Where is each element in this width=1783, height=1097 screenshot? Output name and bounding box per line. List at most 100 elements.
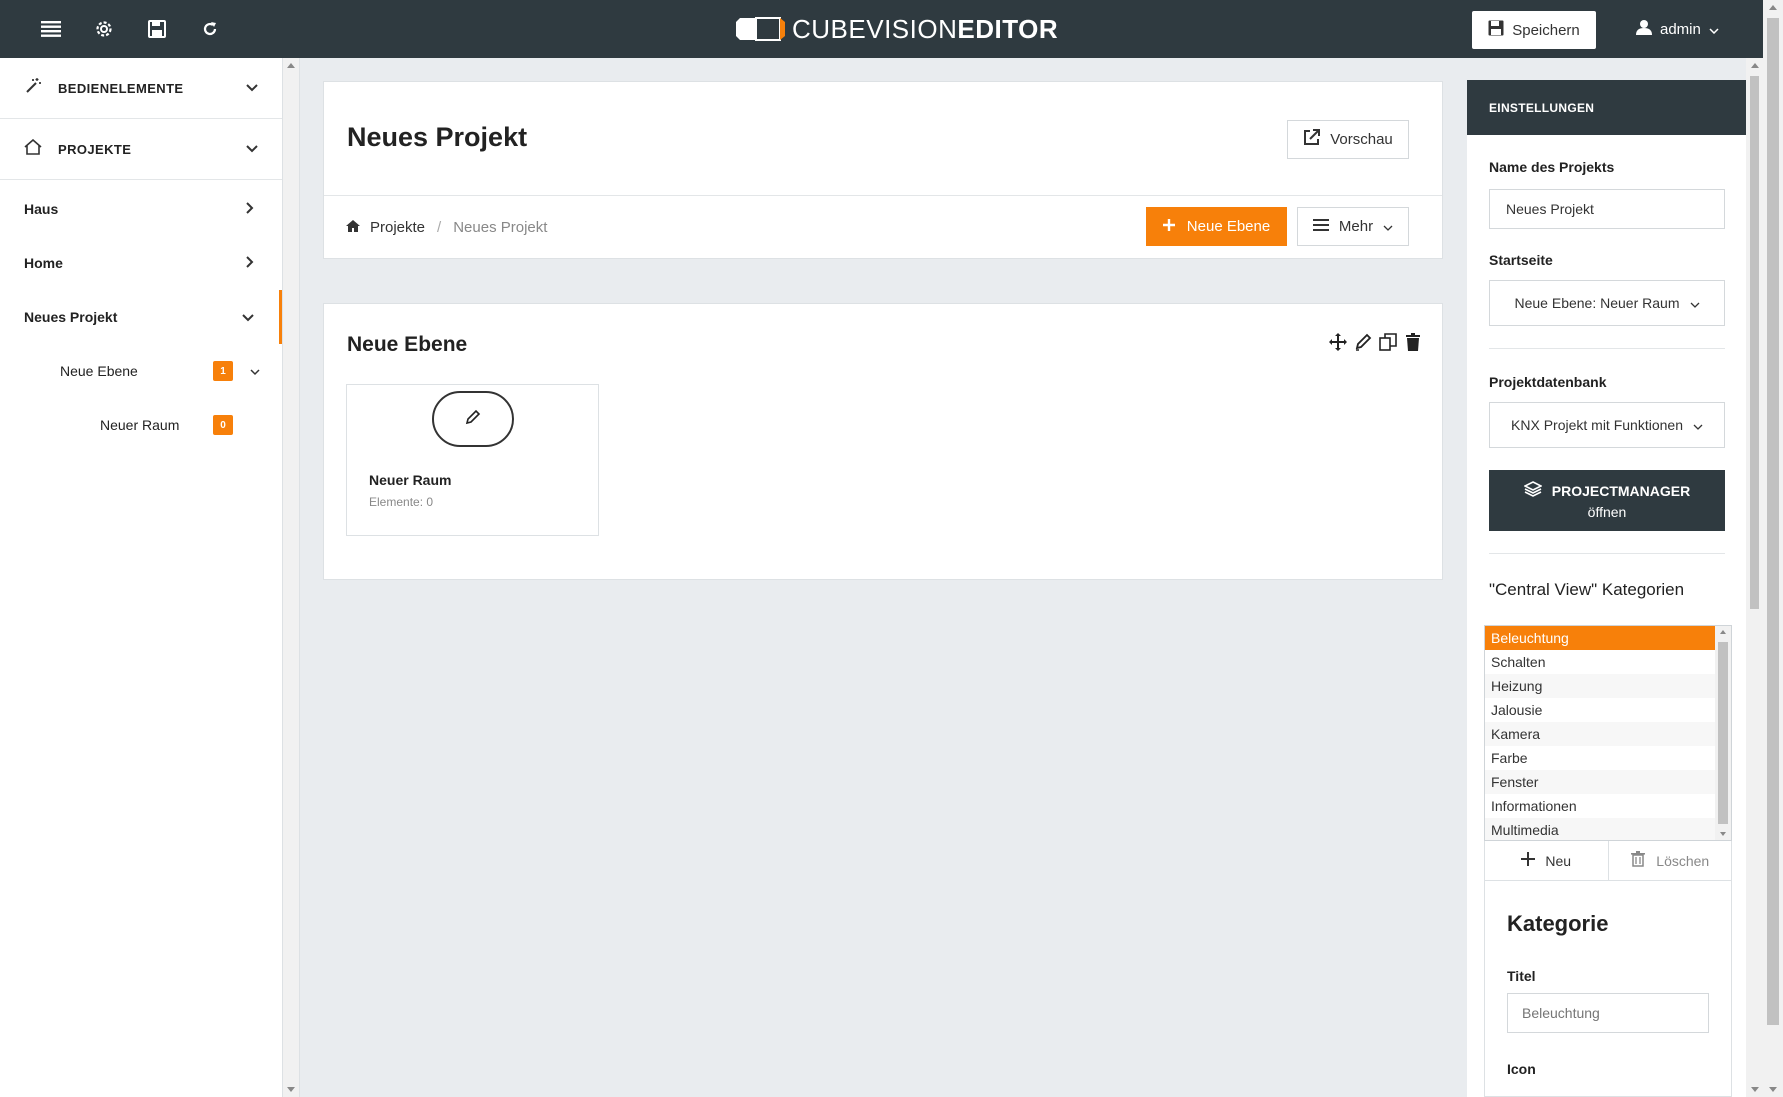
user-menu[interactable]: admin bbox=[1636, 18, 1719, 40]
magic-wand-icon bbox=[24, 77, 42, 100]
page-scrollbar[interactable] bbox=[1763, 0, 1783, 1097]
category-title-label: Titel bbox=[1507, 968, 1536, 984]
chevron-right-icon bbox=[246, 201, 254, 217]
chevron-down-icon bbox=[1690, 295, 1700, 311]
divider bbox=[1489, 348, 1725, 349]
start-page-value: Neue Ebene: Neuer Raum bbox=[1514, 295, 1680, 311]
sidebar-item-neuer-raum[interactable]: Neuer Raum 0 bbox=[0, 398, 282, 452]
level-card: Neue Ebene Neuer Raum Elemente: 0 bbox=[323, 303, 1443, 580]
save-button[interactable]: Speichern bbox=[1472, 11, 1596, 49]
new-level-button-label: Neue Ebene bbox=[1186, 218, 1271, 235]
category-option-fenster[interactable]: Fenster bbox=[1485, 770, 1715, 794]
new-level-button[interactable]: Neue Ebene bbox=[1146, 207, 1287, 246]
home-icon bbox=[24, 138, 42, 160]
room-card[interactable]: Neuer Raum Elemente: 0 bbox=[346, 384, 599, 536]
sidebar-item-label: Neue Ebene bbox=[60, 363, 138, 379]
category-listbox[interactable]: Beleuchtung Schalten Heizung Jalousie Ka… bbox=[1484, 625, 1732, 841]
project-db-value: KNX Projekt mit Funktionen bbox=[1511, 417, 1683, 433]
scroll-down-arrow-icon[interactable] bbox=[1750, 1087, 1759, 1092]
room-name: Neuer Raum bbox=[369, 472, 452, 488]
logo-text-part2: EDITOR bbox=[957, 13, 1059, 44]
save-disk-icon[interactable] bbox=[143, 15, 171, 43]
chevron-down-icon bbox=[246, 79, 258, 97]
pencil-icon[interactable] bbox=[1354, 332, 1372, 352]
logo-text-part1: CUBEVISION bbox=[792, 13, 958, 44]
sidebar-item-haus[interactable]: Haus bbox=[0, 182, 282, 236]
sidebar-section-label: BEDIENELEMENTE bbox=[58, 80, 184, 96]
sidebar-section-controls[interactable]: BEDIENELEMENTE bbox=[0, 58, 282, 119]
start-page-select[interactable]: Neue Ebene: Neuer Raum bbox=[1489, 280, 1725, 326]
plus-icon bbox=[1162, 218, 1175, 235]
gear-icon[interactable] bbox=[90, 15, 118, 43]
new-category-button[interactable]: Neu bbox=[1485, 841, 1609, 880]
preview-button-label: Vorschau bbox=[1330, 131, 1393, 148]
cube-logo-icon bbox=[736, 16, 786, 42]
sidebar-scrollbar[interactable] bbox=[283, 58, 300, 1097]
category-option-heizung[interactable]: Heizung bbox=[1485, 674, 1715, 698]
category-option-multimedia[interactable]: Multimedia bbox=[1485, 818, 1715, 840]
category-option-kamera[interactable]: Kamera bbox=[1485, 722, 1715, 746]
settings-header: EINSTELLUNGEN bbox=[1467, 80, 1746, 135]
level-title: Neue Ebene bbox=[347, 333, 468, 356]
category-option-beleuchtung[interactable]: Beleuchtung bbox=[1485, 626, 1715, 650]
sidebar-section-label: PROJEKTE bbox=[58, 141, 132, 157]
more-menu-button[interactable]: Mehr bbox=[1297, 207, 1409, 246]
chevron-right-icon bbox=[246, 255, 254, 271]
page-title: Neues Projekt bbox=[347, 122, 528, 152]
refresh-icon[interactable] bbox=[196, 15, 224, 43]
category-option-farbe[interactable]: Farbe bbox=[1485, 746, 1715, 770]
chevron-down-icon bbox=[246, 140, 258, 158]
category-title-input[interactable] bbox=[1507, 993, 1709, 1033]
scroll-up-arrow-icon[interactable] bbox=[1720, 630, 1726, 634]
breadcrumb-current: Neues Projekt bbox=[453, 219, 548, 236]
room-element-count: Elemente: 0 bbox=[369, 495, 434, 509]
category-option-schalten[interactable]: Schalten bbox=[1485, 650, 1715, 674]
scrollbar-thumb[interactable] bbox=[1750, 76, 1759, 609]
scroll-up-arrow-icon[interactable] bbox=[1750, 63, 1759, 68]
move-icon[interactable] bbox=[1329, 332, 1347, 352]
home-icon[interactable] bbox=[346, 219, 360, 236]
sidebar-item-label: Neues Projekt bbox=[24, 309, 118, 325]
chevron-down-icon bbox=[1693, 417, 1703, 433]
layers-icon bbox=[1522, 481, 1543, 500]
trash-icon[interactable] bbox=[1404, 332, 1422, 352]
breadcrumb-separator: / bbox=[437, 219, 442, 236]
sidebar-item-neues-projekt[interactable]: Neues Projekt bbox=[0, 290, 282, 344]
copy-icon[interactable] bbox=[1379, 332, 1397, 352]
breadcrumb-link-projects[interactable]: Projekte bbox=[370, 219, 425, 236]
divider bbox=[324, 195, 1442, 196]
sidebar-section-projects[interactable]: PROJEKTE bbox=[0, 119, 282, 180]
preview-button[interactable]: Vorschau bbox=[1287, 120, 1409, 159]
scrollbar-thumb[interactable] bbox=[1767, 18, 1779, 1025]
sidebar-item-neue-ebene[interactable]: Neue Ebene 1 bbox=[0, 344, 282, 398]
delete-category-button[interactable]: Löschen bbox=[1609, 841, 1732, 880]
category-title: Kategorie bbox=[1507, 911, 1609, 936]
project-name-input[interactable] bbox=[1489, 189, 1725, 229]
sidebar-item-label: Neuer Raum bbox=[100, 417, 180, 433]
scroll-up-arrow-icon[interactable] bbox=[287, 63, 295, 68]
category-option-jalousie[interactable]: Jalousie bbox=[1485, 698, 1715, 722]
category-actions: Neu Löschen bbox=[1484, 841, 1732, 881]
scroll-up-arrow-icon[interactable] bbox=[1769, 5, 1777, 10]
category-option-informationen[interactable]: Informationen bbox=[1485, 794, 1715, 818]
external-link-icon bbox=[1303, 129, 1321, 150]
projectmanager-open-label: öffnen bbox=[1587, 504, 1627, 520]
listbox-scrollbar[interactable] bbox=[1715, 626, 1731, 840]
divider bbox=[1489, 553, 1725, 554]
list-icon bbox=[1312, 218, 1329, 235]
sidebar-item-label: Home bbox=[24, 255, 63, 271]
open-projectmanager-button[interactable]: PROJECTMANAGER öffnen bbox=[1489, 470, 1725, 531]
hamburger-menu-icon[interactable] bbox=[37, 15, 65, 43]
floppy-icon bbox=[1488, 20, 1504, 40]
project-db-select[interactable]: KNX Projekt mit Funktionen bbox=[1489, 402, 1725, 448]
scrollbar-thumb[interactable] bbox=[1718, 642, 1728, 824]
room-edit-badge[interactable] bbox=[432, 391, 514, 447]
scroll-down-arrow-icon[interactable] bbox=[1720, 832, 1726, 836]
settings-panel-scrollbar[interactable] bbox=[1746, 58, 1763, 1097]
scroll-down-arrow-icon[interactable] bbox=[287, 1087, 295, 1092]
settings-panel: EINSTELLUNGEN Name des Projekts Startsei… bbox=[1467, 80, 1746, 1097]
scroll-down-arrow-icon[interactable] bbox=[1769, 1087, 1777, 1092]
sidebar-item-home[interactable]: Home bbox=[0, 236, 282, 290]
sidebar-item-label: Haus bbox=[24, 201, 59, 217]
user-icon bbox=[1636, 19, 1652, 39]
